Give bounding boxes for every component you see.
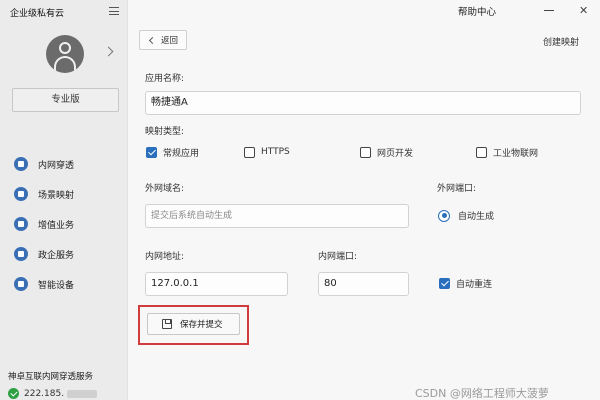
edition-button[interactable]: 专业版 — [12, 88, 119, 112]
checkbox-label: 网页开发 — [377, 148, 414, 159]
check-circle-icon — [8, 388, 19, 399]
ip-address: 222.185. — [24, 388, 65, 399]
avatar[interactable] — [46, 35, 84, 73]
page-title: 创建映射 — [543, 38, 580, 48]
app-name-label: 应用名称: — [145, 74, 185, 84]
app-name-input[interactable]: 畅捷通A — [145, 91, 581, 115]
sidebar-item-value-added[interactable]: 增值业务 — [14, 215, 122, 233]
checkbox-label: 工业物联网 — [493, 148, 539, 159]
sidebar-item-label: 场景映射 — [38, 190, 75, 201]
checkbox-web-dev[interactable]: 网页开发 — [360, 145, 413, 159]
connection-status: 222.185. — [8, 388, 98, 399]
minimize-icon[interactable] — [544, 10, 554, 11]
back-label: 返回 — [161, 36, 179, 46]
scene-mapping-icon — [14, 187, 28, 201]
smart-device-icon — [14, 277, 28, 291]
radio-selected-icon — [438, 209, 450, 222]
ip-redacted — [67, 389, 98, 398]
checkbox-checked-icon — [439, 277, 450, 289]
save-disk-icon — [162, 319, 172, 329]
sidebar-item-label: 智能设备 — [38, 280, 75, 291]
ext-port-label: 外网端口: — [437, 184, 477, 194]
sidebar-item-label: 政企服务 — [38, 250, 75, 261]
checkbox-iiot[interactable]: 工业物联网 — [476, 145, 538, 159]
checkbox-icon — [476, 146, 487, 158]
network-tunnel-icon — [14, 157, 28, 171]
sidebar-item-scene-mapping[interactable]: 场景映射 — [14, 185, 122, 203]
value-added-icon — [14, 217, 28, 231]
checkbox-label: HTTPS — [261, 147, 290, 157]
int-port-label: 内网端口: — [318, 252, 358, 262]
brand-title: 企业级私有云 — [10, 9, 65, 19]
checkbox-label: 常规应用 — [163, 148, 200, 159]
int-addr-input[interactable]: 127.0.0.1 — [145, 272, 288, 296]
chevron-right-icon[interactable] — [103, 46, 114, 57]
checkbox-icon — [360, 146, 371, 158]
ext-domain-label: 外网域名: — [145, 184, 185, 194]
sidebar-item-network-tunnel[interactable]: 内网穿透 — [14, 155, 122, 173]
user-body-icon — [54, 56, 76, 72]
checkbox-checked-icon — [146, 146, 157, 158]
sidebar-item-gov-enterprise[interactable]: 政企服务 — [14, 245, 122, 263]
main-panel: 帮助中心 ✕ 返回 创建映射 应用名称: 畅捷通A 映射类型: 常规应用 HTT… — [128, 0, 600, 400]
watermark: CSDN @网络工程师大菠萝 — [415, 387, 549, 400]
sidebar-item-label: 增值业务 — [38, 220, 75, 231]
ext-domain-input[interactable]: 提交后系统自动生成 — [145, 204, 409, 228]
hamburger-menu-icon[interactable] — [109, 7, 119, 15]
checkbox-https[interactable]: HTTPS — [244, 145, 290, 159]
int-addr-label: 内网地址: — [145, 252, 185, 262]
chevron-left-icon — [148, 36, 157, 44]
checkbox-label: 自动重连 — [456, 279, 493, 290]
checkbox-icon — [244, 146, 255, 158]
gov-enterprise-icon — [14, 247, 28, 261]
sidebar: 企业级私有云 专业版 内网穿透 场景映射 增值业务 政企服务 智能设备 神卓互联… — [0, 0, 128, 400]
save-submit-button[interactable]: 保存并提交 — [147, 313, 240, 335]
save-label: 保存并提交 — [180, 320, 223, 330]
back-button[interactable]: 返回 — [139, 30, 187, 50]
sidebar-item-label: 内网穿透 — [38, 160, 75, 171]
checkbox-regular-app[interactable]: 常规应用 — [146, 145, 199, 159]
checkbox-auto-reconnect[interactable]: 自动重连 — [439, 276, 492, 290]
help-center-link[interactable]: 帮助中心 — [458, 4, 496, 18]
user-head-icon — [59, 42, 71, 54]
map-type-label: 映射类型: — [145, 127, 185, 137]
radio-label: 自动生成 — [458, 212, 495, 222]
int-port-input[interactable]: 80 — [318, 272, 409, 296]
sidebar-item-smart-device[interactable]: 智能设备 — [14, 275, 122, 293]
radio-auto-generate[interactable]: 自动生成 — [438, 209, 494, 222]
close-icon[interactable]: ✕ — [579, 4, 588, 17]
service-title: 神卓互联内网穿透服务 — [8, 372, 94, 382]
